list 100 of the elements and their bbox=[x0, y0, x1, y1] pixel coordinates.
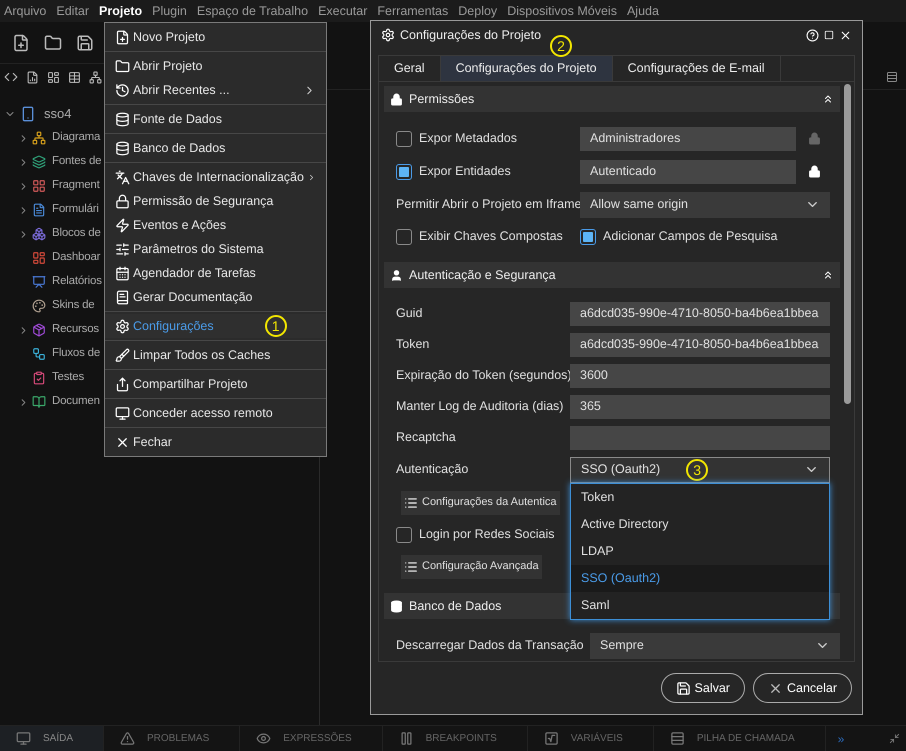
cancel-button[interactable]: Cancelar bbox=[752, 673, 852, 703]
menu-item[interactable]: Fechar bbox=[105, 430, 326, 454]
tree-item[interactable]: Relatórios bbox=[52, 273, 102, 291]
dropdown-select[interactable]: SSO (Oauth2) 3 bbox=[570, 456, 830, 482]
text-field[interactable]: a6dcd035-990e-4710-8050-ba4b6ea1bbea bbox=[570, 302, 830, 326]
menu-item[interactable]: Chaves de Internacionalização bbox=[105, 165, 326, 189]
checkbox[interactable] bbox=[396, 526, 412, 542]
lightning-icon bbox=[115, 218, 130, 232]
menu-bar-item[interactable]: Editar bbox=[56, 2, 90, 20]
menu-bar-item[interactable]: Plugin bbox=[152, 2, 187, 20]
text-field[interactable]: a6dcd035-990e-4710-8050-ba4b6ea1bbea bbox=[570, 332, 830, 356]
bottom-tab[interactable]: SAÍDA bbox=[0, 726, 104, 751]
tree-item[interactable]: Fluxos de bbox=[52, 345, 100, 363]
section-header[interactable]: Permissões bbox=[384, 86, 840, 112]
layout-icon[interactable] bbox=[47, 70, 60, 84]
overflow-button[interactable]: » bbox=[838, 730, 844, 748]
menu-bar-item[interactable]: Deploy bbox=[458, 2, 498, 20]
tree-item[interactable]: Recursos bbox=[52, 321, 99, 339]
pause-icon bbox=[398, 731, 414, 746]
tree-item[interactable]: Fontes de bbox=[52, 153, 102, 171]
menu-bar-item[interactable]: Espaço de Trabalho bbox=[196, 2, 308, 20]
menu-bar-item[interactable]: Ajuda bbox=[626, 2, 659, 20]
save-icon bbox=[676, 680, 691, 696]
menu-item[interactable]: Compartilhar Projeto bbox=[105, 372, 326, 396]
section-button[interactable]: Configurações da Autentica bbox=[401, 490, 560, 514]
close-icon[interactable] bbox=[839, 28, 852, 42]
dropdown-option[interactable]: SSO (Oauth2) bbox=[571, 564, 829, 592]
lock-icon[interactable] bbox=[808, 165, 820, 178]
section-button[interactable]: Configuração Avançada bbox=[401, 554, 542, 578]
tree-item[interactable]: Fragment bbox=[52, 177, 100, 195]
tree-item[interactable]: Skins de bbox=[52, 297, 95, 315]
folder-icon[interactable] bbox=[44, 34, 62, 52]
menu-item[interactable]: Parâmetros do Sistema bbox=[105, 237, 326, 261]
code-icon[interactable] bbox=[4, 70, 18, 84]
history-icon bbox=[115, 82, 130, 98]
report-icon[interactable] bbox=[26, 70, 39, 84]
menu-item[interactable]: Gerar Documentação bbox=[105, 285, 326, 309]
tab[interactable]: Configurações do Projeto bbox=[440, 56, 613, 81]
maximize-icon[interactable] bbox=[824, 30, 834, 40]
restore-icon[interactable] bbox=[889, 733, 900, 744]
text-field[interactable]: 3600 bbox=[570, 364, 830, 388]
tab[interactable]: Configurações de E-mail bbox=[612, 56, 781, 81]
menu-item[interactable]: Eventos e Ações bbox=[105, 213, 326, 237]
tree-item[interactable]: Dashboar bbox=[52, 249, 100, 267]
menu-item[interactable]: Novo Projeto bbox=[105, 25, 326, 49]
dropdown-option[interactable]: Active Directory bbox=[571, 510, 829, 538]
checkbox[interactable] bbox=[396, 164, 412, 180]
tree-item[interactable]: Diagrama bbox=[52, 129, 100, 147]
menu-item[interactable]: Banco de Dados bbox=[105, 136, 326, 160]
dropdown-option[interactable]: Token bbox=[571, 484, 829, 510]
tree-item[interactable]: Documen bbox=[52, 393, 100, 411]
menu-bar-item[interactable]: Executar bbox=[318, 2, 368, 20]
book-icon bbox=[32, 395, 46, 409]
checkbox[interactable] bbox=[396, 130, 412, 146]
menu-item[interactable]: Conceder acesso remoto bbox=[105, 401, 326, 425]
field-label: Autenticação bbox=[396, 461, 470, 478]
hierarchy-icon bbox=[32, 131, 46, 145]
checkbox[interactable] bbox=[396, 228, 412, 244]
menu-item[interactable]: Agendador de Tarefas bbox=[105, 261, 326, 285]
tree-item[interactable]: Blocos de bbox=[52, 225, 101, 243]
tree-item[interactable]: Testes bbox=[52, 369, 84, 387]
layers-icon bbox=[32, 155, 46, 169]
dropdown-select[interactable]: Allow same origin bbox=[580, 192, 830, 218]
text-field[interactable]: Administradores bbox=[580, 126, 796, 150]
text-field[interactable]: Autenticado bbox=[580, 160, 796, 184]
tree-item[interactable]: Formulári bbox=[52, 201, 99, 219]
table-icon[interactable] bbox=[68, 70, 81, 84]
blocks-icon bbox=[32, 227, 46, 241]
menu-item[interactable]: Permissão de Segurança bbox=[105, 189, 326, 213]
help-icon[interactable] bbox=[806, 28, 819, 42]
menu-bar-item[interactable]: Projeto bbox=[99, 2, 142, 20]
gear-icon bbox=[381, 28, 395, 42]
tree-item[interactable]: sso4 bbox=[44, 104, 72, 124]
dropdown-select[interactable]: Sempre bbox=[590, 632, 840, 658]
checkbox-label: Adicionar Campos de Pesquisa bbox=[603, 228, 778, 246]
menu-item[interactable]: Abrir Recentes ... bbox=[105, 78, 326, 102]
phone-icon bbox=[20, 106, 36, 122]
scrollbar-thumb[interactable] bbox=[844, 84, 850, 404]
menu-bar-item[interactable]: Dispositivos Móveis bbox=[507, 2, 617, 20]
menu-bar-item[interactable]: Ferramentas bbox=[377, 2, 448, 20]
dropdown-option[interactable]: Saml bbox=[571, 592, 829, 618]
save-button[interactable]: Salvar bbox=[660, 673, 745, 703]
menu-item[interactable]: Configurações 1 bbox=[105, 314, 326, 338]
database-icon bbox=[115, 140, 130, 156]
hierarchy-icon[interactable] bbox=[89, 70, 102, 84]
database-icon bbox=[390, 600, 403, 612]
field-label: Expiração do Token (segundos) bbox=[396, 367, 570, 384]
dropdown-option[interactable]: LDAP bbox=[571, 538, 829, 564]
menu-bar-item[interactable]: Arquivo bbox=[4, 2, 46, 20]
checkbox[interactable] bbox=[580, 228, 596, 244]
save-icon[interactable] bbox=[76, 34, 94, 52]
text-field[interactable]: 365 bbox=[570, 394, 830, 418]
text-field[interactable] bbox=[570, 426, 830, 450]
broom-icon bbox=[115, 348, 130, 362]
panel-icon[interactable] bbox=[886, 70, 898, 82]
menu-item[interactable]: Abrir Projeto bbox=[105, 54, 326, 78]
new-file-icon[interactable] bbox=[12, 34, 30, 52]
menu-item[interactable]: Fonte de Dados bbox=[105, 107, 326, 131]
menu-item[interactable]: Limpar Todos os Caches bbox=[105, 343, 326, 367]
section-header[interactable]: Autenticação e Segurança bbox=[384, 262, 840, 288]
